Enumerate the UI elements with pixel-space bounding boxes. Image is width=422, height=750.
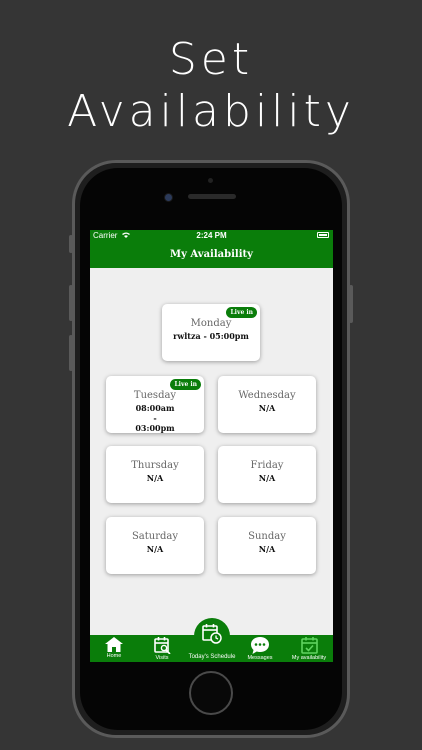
day-name: Tuesday (133, 390, 177, 401)
day-name: Sunday (248, 531, 286, 542)
day-hours: N/A (146, 544, 164, 554)
day-card-monday[interactable]: Live in Monday rwltza - 05:00pm (162, 304, 260, 361)
proximity-sensor (208, 178, 213, 183)
todays-schedule-label: Today's Schedule (188, 654, 236, 660)
day-name: Friday (250, 460, 284, 471)
tab-home[interactable]: Home (90, 635, 138, 662)
day-card-wednesday[interactable]: Wednesday N/A (218, 376, 316, 433)
day-name: Wednesday (238, 390, 296, 401)
tab-my-availability[interactable]: My availability (285, 635, 333, 662)
day-name: Thursday (131, 460, 179, 471)
battery-icon (317, 232, 329, 238)
calendar-clock-icon (202, 624, 222, 644)
day-hours: N/A (258, 473, 276, 483)
chat-icon (251, 637, 269, 654)
day-hours: N/A (258, 403, 276, 413)
status-bar: Carrier 2:24 PM (90, 230, 333, 242)
live-in-badge: Live in (170, 379, 201, 390)
day-card-friday[interactable]: Friday N/A (218, 446, 316, 503)
earpiece-speaker (188, 194, 236, 199)
front-camera (164, 193, 173, 202)
page-title: My Availability (90, 242, 333, 268)
day-hours: N/A (146, 473, 164, 483)
calendar-search-icon (153, 637, 171, 654)
app-screen: Carrier 2:24 PM My Availability Live in … (90, 230, 333, 662)
day-name: Saturday (131, 531, 179, 542)
tab-label: My availability (291, 655, 327, 661)
todays-schedule-button[interactable] (194, 618, 230, 654)
day-name: Monday (190, 318, 232, 329)
phone-home-button[interactable] (189, 671, 233, 715)
status-time: 2:24 PM (196, 231, 227, 240)
home-icon (105, 637, 123, 652)
day-card-thursday[interactable]: Thursday N/A (106, 446, 204, 503)
tab-label: Home (106, 653, 122, 659)
day-card-tuesday[interactable]: Live in Tuesday 08:00am - 03:00pm (106, 376, 204, 433)
live-in-badge: Live in (226, 307, 257, 318)
day-card-saturday[interactable]: Saturday N/A (106, 517, 204, 574)
calendar-check-icon (300, 637, 318, 654)
day-hours: N/A (258, 544, 276, 554)
headline-set: Set (168, 34, 254, 85)
day-hours: rwltza - 05:00pm (173, 331, 249, 341)
day-hours: 08:00am - 03:00pm (135, 403, 175, 433)
day-card-sunday[interactable]: Sunday N/A (218, 517, 316, 574)
headline-availability: Availability (67, 86, 355, 137)
